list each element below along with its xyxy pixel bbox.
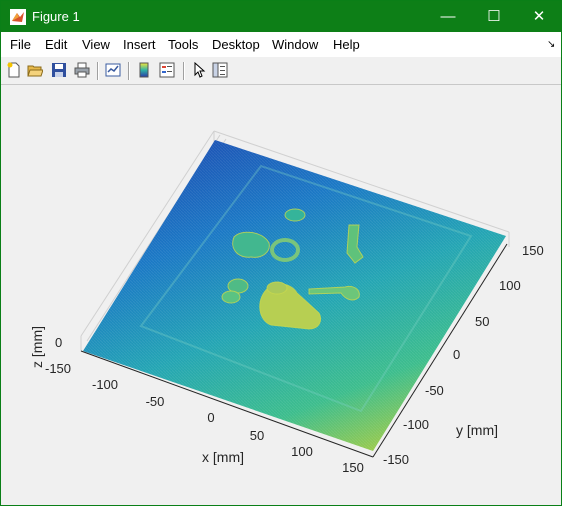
object-button-2 (221, 290, 241, 304)
toolbar-separator (97, 62, 99, 80)
legend-icon[interactable] (159, 62, 175, 78)
link-plot-icon[interactable] (105, 62, 121, 78)
minimize-button[interactable]: — (425, 1, 471, 32)
open-file-icon[interactable] (27, 62, 43, 78)
save-icon[interactable] (51, 62, 67, 78)
maximize-button[interactable]: ☐ (471, 1, 517, 32)
object-coin (284, 208, 306, 222)
title-bar: Figure 1 — ☐ ✕ (1, 1, 561, 32)
y-tick: 0 (453, 347, 460, 362)
z-tick: 0 (55, 335, 62, 350)
close-icon: ✕ (532, 8, 546, 25)
y-tick: 50 (475, 314, 489, 329)
object-loop (266, 281, 288, 295)
menu-window[interactable]: Window (272, 37, 318, 52)
z-tick-lower: -150 (45, 361, 71, 376)
minimize-icon: — (440, 8, 456, 25)
y-tick: -50 (425, 383, 444, 398)
menu-bar: File Edit View Insert Tools Desktop Wind… (1, 32, 561, 58)
x-axis-label: x [mm] (202, 449, 244, 465)
menu-view[interactable]: View (82, 37, 110, 52)
edit-plot-arrow-icon[interactable] (191, 62, 207, 78)
x-tick: 100 (291, 444, 313, 459)
y-tick: -100 (403, 417, 429, 432)
menu-desktop[interactable]: Desktop (212, 37, 260, 52)
menu-help[interactable]: Help (333, 37, 360, 52)
x-tick: -100 (92, 377, 118, 392)
colorbar-icon[interactable] (136, 62, 152, 78)
x-tick: 150 (342, 460, 364, 475)
matlab-icon (10, 9, 26, 25)
maximize-icon: ☐ (487, 8, 501, 25)
print-icon[interactable] (74, 62, 90, 78)
y-tick: 150 (522, 243, 544, 258)
menu-file[interactable]: File (10, 37, 31, 52)
y-tick: -150 (383, 452, 409, 467)
menu-overflow-icon[interactable]: ↘ (547, 39, 555, 50)
figure-canvas: -100 -50 0 50 100 150 150 100 50 0 -50 -… (1, 85, 561, 505)
property-inspector-icon[interactable] (212, 62, 228, 78)
menu-tools[interactable]: Tools (168, 37, 198, 52)
figure-window: Figure 1 — ☐ ✕ File Edit View Insert Too… (0, 0, 562, 506)
toolbar (1, 57, 561, 85)
close-button[interactable]: ✕ (516, 1, 561, 32)
window-title: Figure 1 (32, 9, 80, 24)
toolbar-separator (128, 62, 130, 80)
z-axis-label: z [mm] (29, 326, 45, 368)
y-axis-label: y [mm] (456, 422, 498, 438)
y-tick: 100 (499, 278, 521, 293)
new-figure-icon[interactable] (6, 62, 22, 78)
x-tick: -50 (146, 394, 165, 409)
x-tick: 50 (250, 428, 264, 443)
menu-edit[interactable]: Edit (45, 37, 67, 52)
menu-insert[interactable]: Insert (123, 37, 156, 52)
x-tick: 0 (207, 410, 214, 425)
toolbar-separator (183, 62, 185, 80)
axes-3d[interactable]: -100 -50 0 50 100 150 150 100 50 0 -50 -… (1, 85, 561, 505)
